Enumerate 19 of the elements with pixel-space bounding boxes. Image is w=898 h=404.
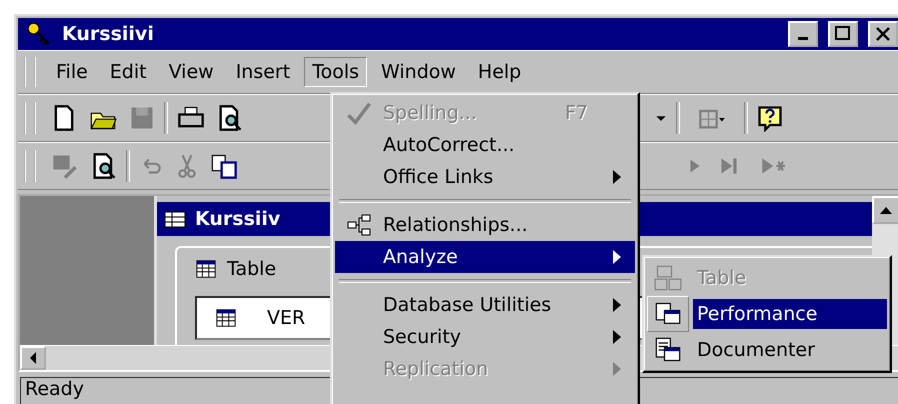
window-title: Kurssiivi [62, 23, 155, 45]
menu-item[interactable]: Edit [102, 57, 155, 87]
menu-item[interactable]: File [48, 57, 96, 87]
submenu-entry[interactable]: Documenter [693, 335, 887, 365]
menu-entry[interactable]: Security [335, 321, 635, 353]
menu-entry[interactable]: Analyze [335, 241, 635, 273]
menu-item[interactable]: Window [373, 57, 464, 87]
menu-item[interactable]: Insert [228, 57, 298, 87]
menu-item[interactable]: View [160, 57, 222, 87]
tab-label[interactable]: Table [227, 258, 276, 280]
document-title: Kurssiiv [195, 208, 280, 230]
menu-entry[interactable]: AutoCorrect... [335, 129, 635, 161]
menu-entry[interactable]: Database Utilities [335, 289, 635, 321]
menu-item[interactable]: Help [470, 57, 530, 87]
menu-entry[interactable]: Relationships... [335, 209, 635, 241]
menu-item[interactable]: Tools [304, 57, 367, 87]
menu-entry[interactable]: Office Links [335, 161, 635, 193]
list-item[interactable]: VER [267, 307, 306, 329]
submenu-entry[interactable]: Performance [693, 299, 887, 329]
